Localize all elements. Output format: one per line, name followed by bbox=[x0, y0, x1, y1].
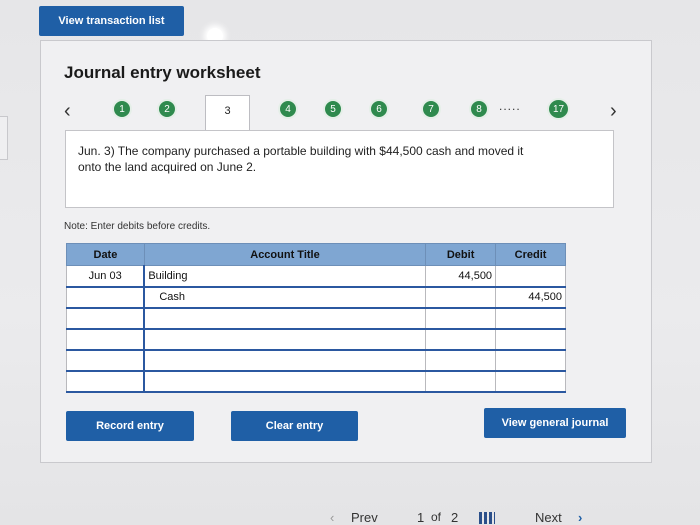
step-8[interactable]: 8 bbox=[469, 99, 489, 119]
date-cell[interactable]: Jun 03 bbox=[66, 265, 145, 288]
chevron-left-icon[interactable]: ‹ bbox=[330, 510, 334, 525]
date-cell[interactable] bbox=[66, 349, 145, 372]
page-title: Journal entry worksheet bbox=[64, 63, 261, 82]
step-2[interactable]: 2 bbox=[157, 99, 177, 119]
credit-cell[interactable] bbox=[495, 370, 566, 393]
next-button[interactable]: Next bbox=[535, 510, 562, 525]
step-1[interactable]: 1 bbox=[112, 99, 132, 119]
transaction-description: Jun. 3) The company purchased a portable… bbox=[78, 144, 524, 174]
date-cell[interactable] bbox=[66, 286, 145, 309]
account-cell[interactable]: Cash bbox=[143, 286, 427, 309]
debit-cell[interactable] bbox=[425, 349, 497, 372]
debit-cell[interactable] bbox=[425, 370, 497, 393]
debit-header: Debit bbox=[425, 243, 497, 266]
step-17[interactable]: 17 bbox=[547, 98, 570, 120]
chevron-right-icon[interactable]: › bbox=[578, 510, 582, 525]
table-header-row: Date Account Title Debit Credit bbox=[66, 243, 566, 266]
current-page: 1 bbox=[417, 510, 425, 525]
total-pages: 2 bbox=[451, 510, 459, 525]
debit-cell[interactable] bbox=[425, 286, 497, 309]
table-row bbox=[66, 370, 566, 393]
credit-cell[interactable] bbox=[495, 349, 566, 372]
table-row: Jun 03 Building 44,500 bbox=[66, 265, 566, 288]
account-title-header: Account Title bbox=[143, 243, 427, 266]
record-entry-button[interactable]: Record entry bbox=[66, 411, 194, 441]
debit-cell[interactable] bbox=[425, 307, 497, 330]
date-header: Date bbox=[66, 243, 145, 266]
page-of-label: of bbox=[431, 510, 442, 524]
date-cell[interactable] bbox=[66, 307, 145, 330]
grid-view-icon[interactable] bbox=[479, 512, 495, 524]
table-row: Cash 44,500 bbox=[66, 286, 566, 309]
account-cell[interactable] bbox=[143, 307, 427, 330]
view-transaction-list-button[interactable]: View transaction list bbox=[39, 6, 184, 36]
credit-cell[interactable]: 44,500 bbox=[495, 286, 566, 309]
chevron-right-icon[interactable]: › bbox=[610, 101, 617, 121]
debit-cell[interactable] bbox=[425, 328, 497, 351]
debit-cell[interactable]: 44,500 bbox=[425, 265, 497, 288]
account-cell[interactable] bbox=[143, 370, 427, 393]
account-cell[interactable] bbox=[143, 328, 427, 351]
account-cell[interactable] bbox=[143, 349, 427, 372]
table-row bbox=[66, 307, 566, 330]
step-3-active-tab[interactable]: 3 bbox=[205, 95, 250, 131]
credit-cell[interactable] bbox=[495, 328, 566, 351]
journal-entry-table: Date Account Title Debit Credit Jun 03 B… bbox=[66, 243, 566, 393]
table-row bbox=[66, 328, 566, 351]
step-7[interactable]: 7 bbox=[421, 99, 441, 119]
journal-entry-worksheet-panel: Journal entry worksheet ‹ 1 2 3 4 5 6 7 … bbox=[40, 40, 652, 463]
step-6[interactable]: 6 bbox=[369, 99, 389, 119]
account-cell[interactable]: Building bbox=[143, 265, 427, 288]
date-cell[interactable] bbox=[66, 370, 145, 393]
step-ellipsis: ..... bbox=[499, 99, 521, 113]
prev-button[interactable]: Prev bbox=[351, 510, 378, 525]
view-general-journal-button[interactable]: View general journal bbox=[484, 408, 626, 438]
credit-cell[interactable] bbox=[495, 307, 566, 330]
table-row bbox=[66, 349, 566, 372]
credit-header: Credit bbox=[495, 243, 566, 266]
step-5[interactable]: 5 bbox=[323, 99, 343, 119]
transaction-description-box: Jun. 3) The company purchased a portable… bbox=[65, 130, 614, 208]
pagination-footer: ‹ Prev 1 of 2 Next › bbox=[0, 500, 700, 525]
chevron-left-icon[interactable]: ‹ bbox=[64, 101, 71, 121]
date-cell[interactable] bbox=[66, 328, 145, 351]
entry-note: Note: Enter debits before credits. bbox=[64, 221, 211, 232]
step-4[interactable]: 4 bbox=[278, 99, 298, 119]
side-tab bbox=[0, 116, 8, 160]
clear-entry-button[interactable]: Clear entry bbox=[231, 411, 358, 441]
credit-cell[interactable] bbox=[495, 265, 566, 288]
